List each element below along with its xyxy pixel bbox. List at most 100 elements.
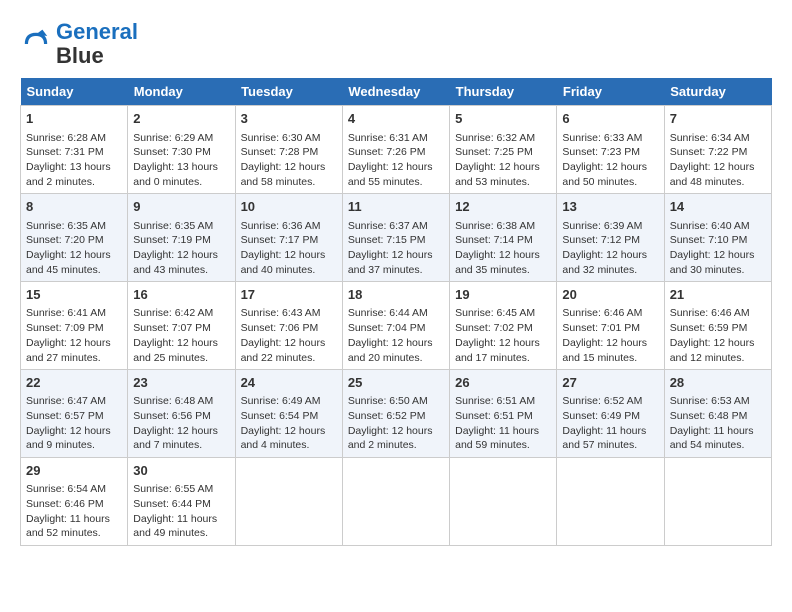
sunset-label: Sunset: 7:19 PM: [133, 234, 211, 246]
calendar-cell: [342, 458, 449, 546]
day-number: 23: [133, 374, 229, 392]
daylight-label: Daylight: 12 hours and 43 minutes.: [133, 249, 218, 276]
day-number: 5: [455, 110, 551, 128]
page-header: GeneralBlue: [20, 20, 772, 68]
weekday-header: Monday: [128, 78, 235, 106]
sunrise-label: Sunrise: 6:46 AM: [562, 307, 642, 319]
daylight-label: Daylight: 12 hours and 12 minutes.: [670, 337, 755, 364]
sunrise-label: Sunrise: 6:51 AM: [455, 395, 535, 407]
daylight-label: Daylight: 12 hours and 27 minutes.: [26, 337, 111, 364]
weekday-header: Friday: [557, 78, 664, 106]
day-number: 2: [133, 110, 229, 128]
calendar-cell: 24 Sunrise: 6:49 AM Sunset: 6:54 PM Dayl…: [235, 370, 342, 458]
daylight-label: Daylight: 12 hours and 35 minutes.: [455, 249, 540, 276]
daylight-label: Daylight: 12 hours and 7 minutes.: [133, 425, 218, 452]
daylight-label: Daylight: 12 hours and 9 minutes.: [26, 425, 111, 452]
calendar-cell: 14 Sunrise: 6:40 AM Sunset: 7:10 PM Dayl…: [664, 194, 771, 282]
calendar-cell: 30 Sunrise: 6:55 AM Sunset: 6:44 PM Dayl…: [128, 458, 235, 546]
calendar-week-row: 1 Sunrise: 6:28 AM Sunset: 7:31 PM Dayli…: [21, 106, 772, 194]
day-number: 12: [455, 198, 551, 216]
sunrise-label: Sunrise: 6:38 AM: [455, 220, 535, 232]
calendar-cell: 20 Sunrise: 6:46 AM Sunset: 7:01 PM Dayl…: [557, 282, 664, 370]
sunset-label: Sunset: 6:52 PM: [348, 410, 426, 422]
calendar-cell: 26 Sunrise: 6:51 AM Sunset: 6:51 PM Dayl…: [450, 370, 557, 458]
day-number: 8: [26, 198, 122, 216]
day-number: 22: [26, 374, 122, 392]
sunset-label: Sunset: 7:15 PM: [348, 234, 426, 246]
day-number: 30: [133, 462, 229, 480]
calendar-cell: 1 Sunrise: 6:28 AM Sunset: 7:31 PM Dayli…: [21, 106, 128, 194]
sunset-label: Sunset: 7:01 PM: [562, 322, 640, 334]
sunset-label: Sunset: 6:51 PM: [455, 410, 533, 422]
logo: GeneralBlue: [20, 20, 138, 68]
day-number: 10: [241, 198, 337, 216]
sunrise-label: Sunrise: 6:39 AM: [562, 220, 642, 232]
calendar-cell: 4 Sunrise: 6:31 AM Sunset: 7:26 PM Dayli…: [342, 106, 449, 194]
calendar-cell: 21 Sunrise: 6:46 AM Sunset: 6:59 PM Dayl…: [664, 282, 771, 370]
sunset-label: Sunset: 6:57 PM: [26, 410, 104, 422]
calendar-cell: 5 Sunrise: 6:32 AM Sunset: 7:25 PM Dayli…: [450, 106, 557, 194]
sunrise-label: Sunrise: 6:46 AM: [670, 307, 750, 319]
daylight-label: Daylight: 11 hours and 54 minutes.: [670, 425, 754, 452]
calendar-cell: 10 Sunrise: 6:36 AM Sunset: 7:17 PM Dayl…: [235, 194, 342, 282]
daylight-label: Daylight: 12 hours and 25 minutes.: [133, 337, 218, 364]
sunset-label: Sunset: 7:10 PM: [670, 234, 748, 246]
day-number: 14: [670, 198, 766, 216]
calendar-cell: 23 Sunrise: 6:48 AM Sunset: 6:56 PM Dayl…: [128, 370, 235, 458]
day-number: 28: [670, 374, 766, 392]
calendar-cell: [235, 458, 342, 546]
day-number: 9: [133, 198, 229, 216]
daylight-label: Daylight: 12 hours and 22 minutes.: [241, 337, 326, 364]
day-number: 16: [133, 286, 229, 304]
sunrise-label: Sunrise: 6:36 AM: [241, 220, 321, 232]
daylight-label: Daylight: 12 hours and 32 minutes.: [562, 249, 647, 276]
day-number: 26: [455, 374, 551, 392]
sunrise-label: Sunrise: 6:37 AM: [348, 220, 428, 232]
sunset-label: Sunset: 7:25 PM: [455, 146, 533, 158]
sunrise-label: Sunrise: 6:40 AM: [670, 220, 750, 232]
sunrise-label: Sunrise: 6:33 AM: [562, 132, 642, 144]
daylight-label: Daylight: 12 hours and 55 minutes.: [348, 161, 433, 188]
calendar-cell: 19 Sunrise: 6:45 AM Sunset: 7:02 PM Dayl…: [450, 282, 557, 370]
sunrise-label: Sunrise: 6:32 AM: [455, 132, 535, 144]
calendar-cell: [450, 458, 557, 546]
sunset-label: Sunset: 7:06 PM: [241, 322, 319, 334]
sunrise-label: Sunrise: 6:49 AM: [241, 395, 321, 407]
sunrise-label: Sunrise: 6:55 AM: [133, 483, 213, 495]
sunrise-label: Sunrise: 6:42 AM: [133, 307, 213, 319]
sunset-label: Sunset: 7:12 PM: [562, 234, 640, 246]
calendar-cell: [557, 458, 664, 546]
daylight-label: Daylight: 12 hours and 17 minutes.: [455, 337, 540, 364]
sunrise-label: Sunrise: 6:47 AM: [26, 395, 106, 407]
day-number: 7: [670, 110, 766, 128]
calendar-cell: 27 Sunrise: 6:52 AM Sunset: 6:49 PM Dayl…: [557, 370, 664, 458]
sunset-label: Sunset: 7:22 PM: [670, 146, 748, 158]
day-number: 19: [455, 286, 551, 304]
day-number: 1: [26, 110, 122, 128]
daylight-label: Daylight: 12 hours and 20 minutes.: [348, 337, 433, 364]
day-number: 20: [562, 286, 658, 304]
daylight-label: Daylight: 12 hours and 40 minutes.: [241, 249, 326, 276]
sunrise-label: Sunrise: 6:45 AM: [455, 307, 535, 319]
weekday-header: Thursday: [450, 78, 557, 106]
sunrise-label: Sunrise: 6:30 AM: [241, 132, 321, 144]
calendar-cell: 9 Sunrise: 6:35 AM Sunset: 7:19 PM Dayli…: [128, 194, 235, 282]
sunrise-label: Sunrise: 6:31 AM: [348, 132, 428, 144]
day-number: 13: [562, 198, 658, 216]
sunrise-label: Sunrise: 6:53 AM: [670, 395, 750, 407]
daylight-label: Daylight: 12 hours and 58 minutes.: [241, 161, 326, 188]
calendar-cell: 8 Sunrise: 6:35 AM Sunset: 7:20 PM Dayli…: [21, 194, 128, 282]
calendar-cell: 22 Sunrise: 6:47 AM Sunset: 6:57 PM Dayl…: [21, 370, 128, 458]
daylight-label: Daylight: 12 hours and 37 minutes.: [348, 249, 433, 276]
calendar-week-row: 29 Sunrise: 6:54 AM Sunset: 6:46 PM Dayl…: [21, 458, 772, 546]
daylight-label: Daylight: 11 hours and 59 minutes.: [455, 425, 539, 452]
sunrise-label: Sunrise: 6:50 AM: [348, 395, 428, 407]
calendar-cell: 13 Sunrise: 6:39 AM Sunset: 7:12 PM Dayl…: [557, 194, 664, 282]
sunrise-label: Sunrise: 6:28 AM: [26, 132, 106, 144]
calendar-cell: 18 Sunrise: 6:44 AM Sunset: 7:04 PM Dayl…: [342, 282, 449, 370]
sunrise-label: Sunrise: 6:29 AM: [133, 132, 213, 144]
sunset-label: Sunset: 7:28 PM: [241, 146, 319, 158]
sunset-label: Sunset: 7:17 PM: [241, 234, 319, 246]
sunset-label: Sunset: 7:14 PM: [455, 234, 533, 246]
sunset-label: Sunset: 7:20 PM: [26, 234, 104, 246]
